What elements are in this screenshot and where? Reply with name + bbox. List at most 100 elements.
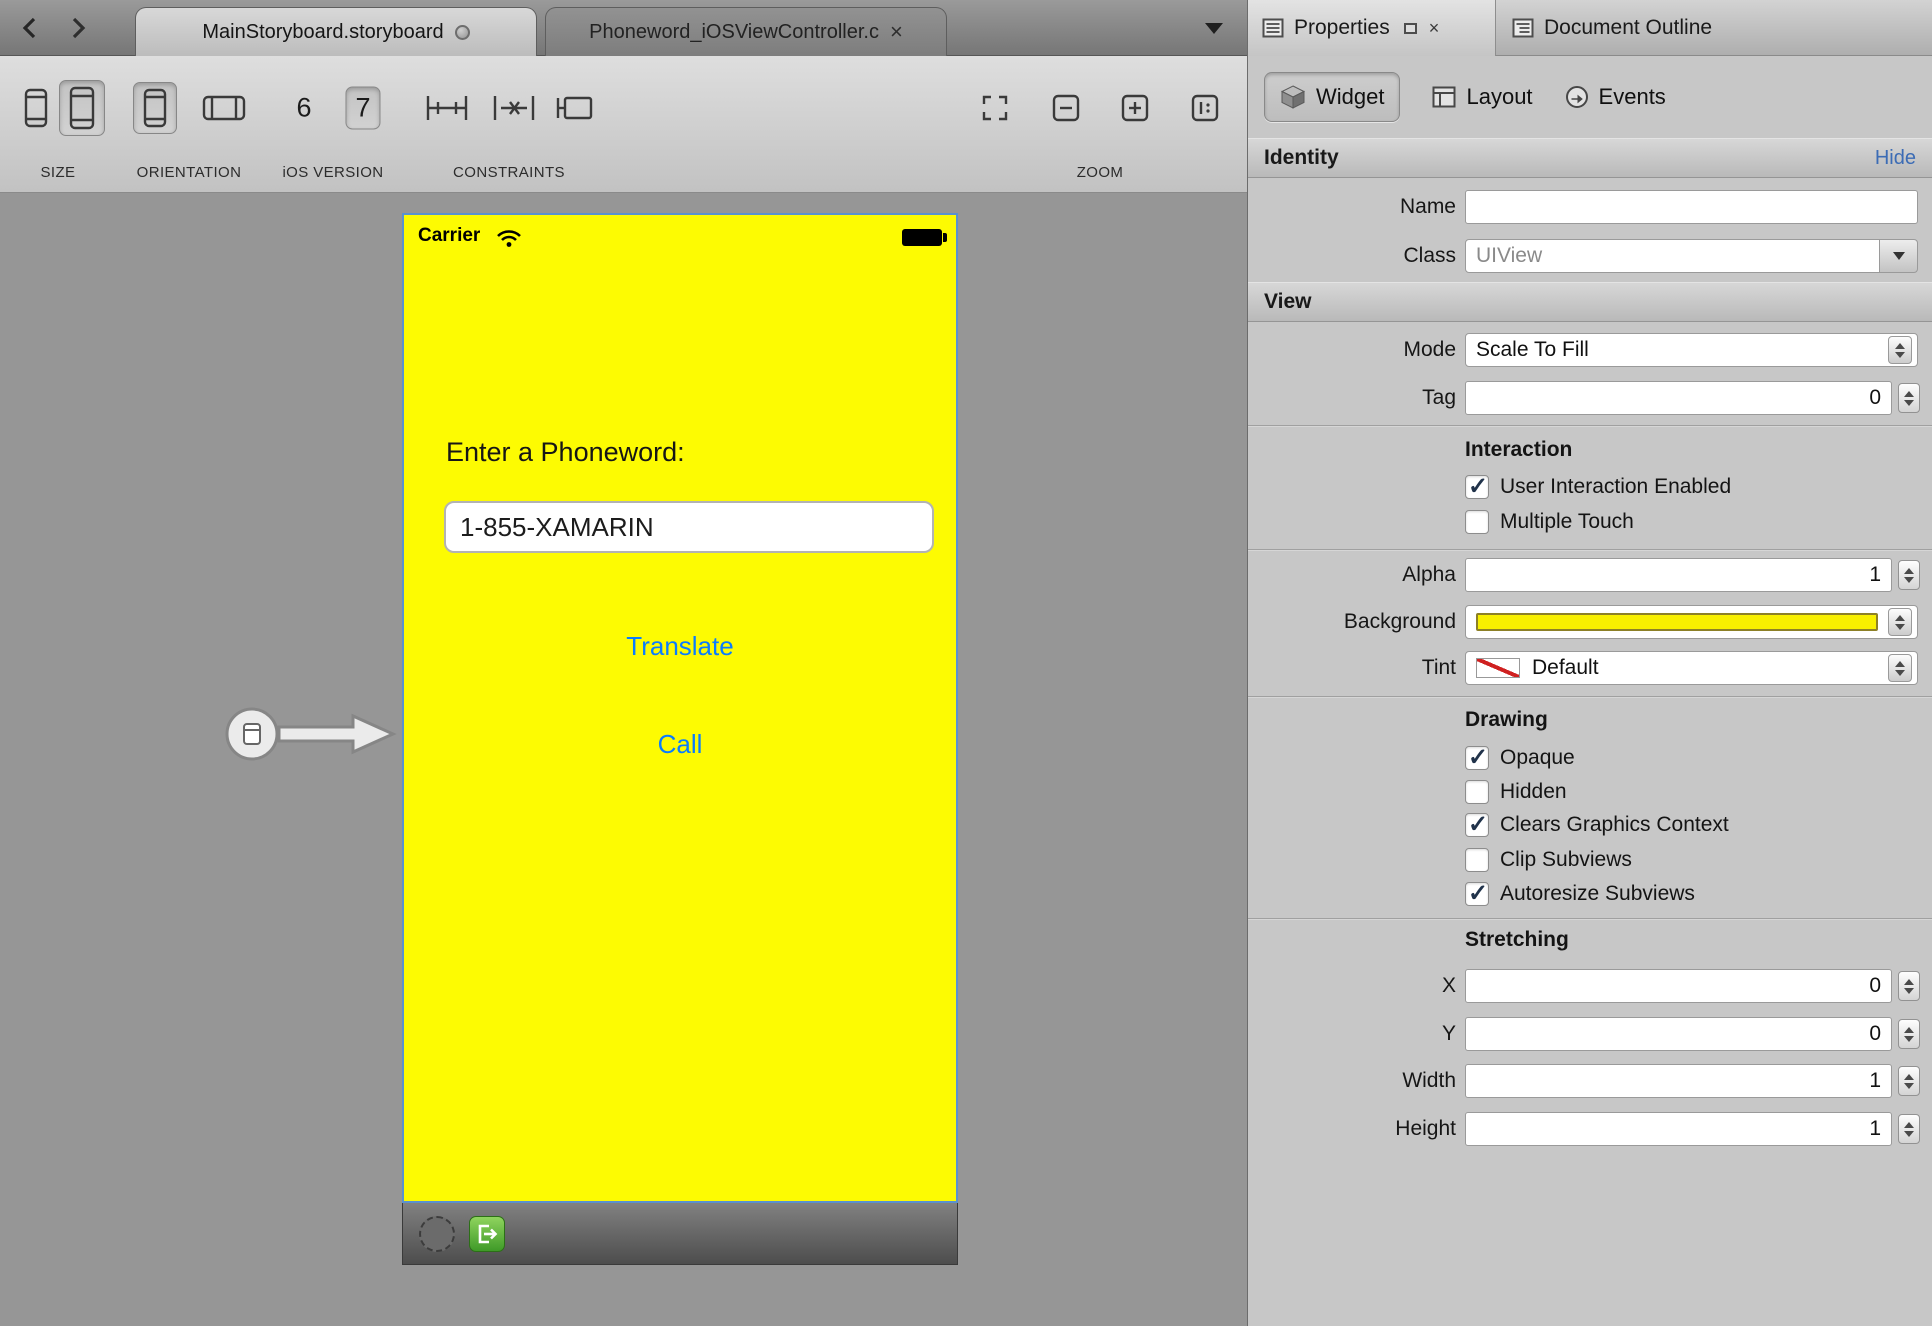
dropdown-arrows-icon — [1888, 608, 1912, 636]
battery-icon — [902, 229, 942, 246]
multiple-touch-checkbox[interactable] — [1465, 510, 1489, 534]
back-arrow-icon[interactable] — [8, 0, 52, 56]
x-input[interactable]: 0 — [1465, 969, 1892, 1003]
orientation-landscape-button[interactable] — [202, 95, 246, 121]
alpha-value: 1 — [1869, 563, 1881, 587]
mode-label: Mode — [1248, 333, 1456, 367]
mode-events-button[interactable]: Events — [1565, 84, 1666, 110]
zoom-out-icon[interactable] — [1051, 93, 1081, 123]
mode-value: Scale To Fill — [1476, 338, 1589, 362]
user-interaction-enabled-checkbox[interactable] — [1465, 475, 1489, 499]
modified-indicator-icon — [455, 25, 470, 40]
phoneword-label[interactable]: Enter a Phoneword: — [446, 437, 685, 468]
view-controller-bottom-bar — [402, 1203, 958, 1265]
tab-overflow-icon[interactable] — [1205, 0, 1223, 56]
name-row: Name — [1248, 190, 1932, 224]
hidden-checkbox[interactable] — [1465, 780, 1489, 804]
mode-widget-button[interactable]: Widget — [1264, 72, 1400, 122]
y-stepper[interactable] — [1898, 1019, 1920, 1049]
checkbox-label: Clip Subviews — [1500, 848, 1632, 872]
document-outline-icon — [1512, 18, 1534, 38]
alpha-stepper[interactable] — [1898, 560, 1920, 590]
undock-panel-icon[interactable] — [1404, 23, 1417, 34]
design-canvas[interactable]: Carrier Enter a Phoneword: 1-855-XAMARIN… — [0, 194, 1247, 1326]
name-input[interactable] — [1465, 190, 1918, 224]
background-row: Background — [1248, 605, 1932, 639]
inspector-mode-bar: Widget Layout Events — [1248, 56, 1932, 138]
status-bar: Carrier — [404, 219, 956, 255]
alpha-input[interactable]: 1 — [1465, 558, 1892, 592]
tag-input[interactable]: 0 — [1465, 381, 1892, 415]
clip-subviews-checkbox[interactable] — [1465, 848, 1489, 872]
y-input[interactable]: 0 — [1465, 1017, 1892, 1051]
x-stepper[interactable] — [1898, 971, 1920, 1001]
height-input[interactable]: 1 — [1465, 1112, 1892, 1146]
tab-properties-label: Properties — [1294, 16, 1390, 40]
ios-version-group-label: iOS VERSION — [282, 164, 383, 181]
multiple-touch-row: Multiple Touch — [1465, 509, 1634, 535]
stretching-title: Stretching — [1465, 928, 1569, 952]
close-tab-icon[interactable]: × — [890, 21, 903, 43]
constraints-group-label: CONSTRAINTS — [453, 164, 565, 181]
width-input[interactable]: 1 — [1465, 1064, 1892, 1098]
checkbox-label: User Interaction Enabled — [1500, 475, 1731, 499]
wifi-icon — [496, 227, 522, 249]
mode-dropdown[interactable]: Scale To Fill — [1465, 333, 1918, 367]
constraint-frame-icon[interactable] — [555, 91, 595, 125]
tab-document-outline-label: Document Outline — [1544, 16, 1712, 40]
properties-icon — [1262, 18, 1284, 38]
first-responder-icon[interactable] — [419, 1216, 455, 1252]
orientation-group-label: ORIENTATION — [137, 164, 242, 181]
tab-label: Phoneword_iOSViewController.c — [589, 21, 879, 44]
close-panel-icon[interactable]: × — [1429, 18, 1440, 39]
initial-view-controller-arrow[interactable] — [222, 699, 404, 769]
ios6-button[interactable]: 6 — [296, 93, 311, 124]
class-combo-input[interactable]: UIView — [1465, 239, 1880, 273]
tab-document-outline[interactable]: Document Outline — [1498, 0, 1726, 56]
tab-mainstoryboard[interactable]: MainStoryboard.storyboard — [135, 7, 537, 56]
hide-link[interactable]: Hide — [1875, 147, 1916, 170]
separator — [1248, 549, 1932, 550]
mode-widget-label: Widget — [1316, 84, 1384, 110]
tab-properties[interactable]: Properties × — [1248, 0, 1496, 56]
tag-stepper[interactable] — [1898, 383, 1920, 413]
view-controller-screen[interactable]: Carrier Enter a Phoneword: 1-855-XAMARIN… — [402, 213, 958, 1203]
dropdown-arrows-icon — [1888, 654, 1912, 682]
translate-button[interactable]: Translate — [404, 631, 956, 662]
exit-segue-icon[interactable] — [469, 1216, 505, 1252]
clears-graphics-context-checkbox[interactable] — [1465, 813, 1489, 837]
phone-number-field[interactable]: 1-855-XAMARIN — [444, 501, 934, 553]
ios7-button[interactable]: 7 — [345, 87, 380, 130]
height-stepper[interactable] — [1898, 1114, 1920, 1144]
opaque-checkbox[interactable] — [1465, 746, 1489, 770]
zoom-group-label: ZOOM — [1077, 164, 1124, 181]
y-value: 0 — [1869, 1022, 1881, 1046]
mode-layout-label: Layout — [1466, 84, 1532, 110]
hidden-row: Hidden — [1465, 779, 1567, 805]
zoom-in-icon[interactable] — [1120, 93, 1150, 123]
separator — [1248, 425, 1932, 426]
width-stepper[interactable] — [1898, 1066, 1920, 1096]
forward-arrow-icon[interactable] — [56, 0, 100, 56]
orientation-portrait-button[interactable] — [133, 82, 177, 134]
checkbox-label: Multiple Touch — [1500, 510, 1634, 534]
background-color-dropdown[interactable] — [1465, 605, 1918, 639]
zoom-fullscreen-icon[interactable] — [980, 93, 1010, 123]
size-phone-small-button[interactable] — [24, 88, 48, 128]
constraint-remove-icon[interactable] — [492, 91, 536, 125]
constraint-width-icon[interactable] — [425, 91, 469, 125]
size-phone-large-button[interactable] — [59, 80, 105, 136]
class-dropdown-button[interactable] — [1879, 239, 1918, 273]
tint-dropdown[interactable]: Default — [1465, 651, 1918, 685]
zoom-actual-size-icon[interactable] — [1190, 93, 1220, 123]
carrier-label: Carrier — [418, 225, 480, 247]
tag-value: 0 — [1869, 386, 1881, 410]
autoresize-subviews-checkbox[interactable] — [1465, 882, 1489, 906]
name-label: Name — [1248, 190, 1456, 224]
mode-layout-button[interactable]: Layout — [1432, 84, 1532, 110]
call-button[interactable]: Call — [404, 729, 956, 760]
tab-viewcontroller[interactable]: Phoneword_iOSViewController.c × — [545, 7, 947, 56]
tint-value: Default — [1532, 656, 1599, 680]
widget-cube-icon — [1280, 84, 1306, 110]
view-controller: Carrier Enter a Phoneword: 1-855-XAMARIN… — [402, 213, 958, 1265]
